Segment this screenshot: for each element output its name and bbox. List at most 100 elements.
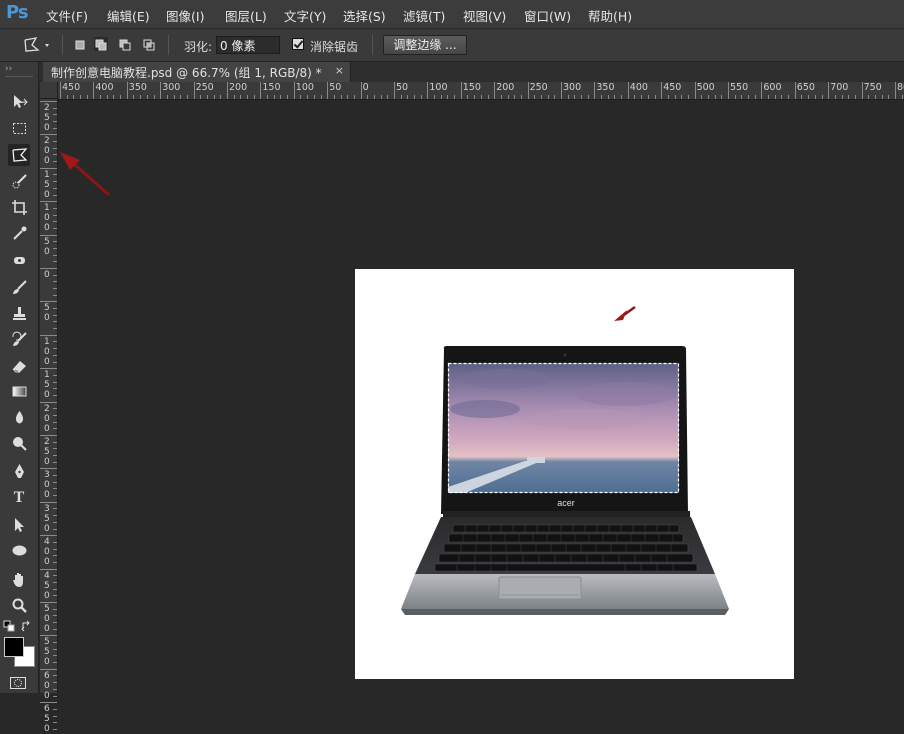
ruler-minor-tick [53, 294, 57, 296]
menu-file[interactable]: 文件(F) [46, 6, 88, 25]
ruler-minor-tick [120, 95, 122, 99]
ruler-minor-tick [53, 408, 57, 410]
ruler-minor-tick [53, 254, 57, 256]
ruler-minor-tick [53, 421, 57, 423]
clone-stamp-tool[interactable] [8, 302, 30, 324]
menu-window[interactable]: 窗口(W) [524, 6, 571, 25]
ruler-major-tick [193, 82, 195, 99]
close-tab-icon[interactable]: × [335, 64, 344, 77]
intersect-selection-button[interactable] [142, 37, 156, 51]
hand-tool[interactable] [8, 568, 30, 590]
ruler-major-tick [40, 501, 57, 503]
subtract-selection-button[interactable] [118, 37, 132, 51]
ruler-minor-tick [407, 95, 409, 99]
ruler-label: 250 [195, 82, 214, 93]
ruler-minor-tick [641, 95, 643, 99]
default-colors-icon[interactable] [3, 617, 15, 632]
collapse-panel-icon[interactable]: ›› [5, 64, 12, 74]
menu-filter[interactable]: 滤镜(T) [403, 6, 445, 25]
ruler-minor-tick [53, 147, 57, 149]
menu-layer[interactable]: 图层(L) [225, 6, 267, 25]
ruler-label: 300 [563, 82, 582, 93]
tool-preset-picker[interactable] [22, 36, 50, 54]
eyedropper-tool[interactable] [8, 222, 30, 244]
vertical-ruler[interactable]: 2502001501005005010015020025030035040045… [40, 99, 58, 734]
ruler-minor-tick [53, 548, 57, 550]
dodge-tool[interactable] [8, 432, 30, 454]
ruler-label: 250 [44, 103, 50, 133]
ruler-minor-tick [53, 341, 57, 343]
add-selection-button[interactable] [94, 37, 108, 51]
brush-tool[interactable] [8, 276, 30, 298]
ruler-minor-tick [53, 595, 57, 597]
ruler-minor-tick [681, 95, 683, 99]
menu-view[interactable]: 视图(V) [463, 6, 506, 25]
ruler-minor-tick [687, 95, 689, 99]
path-selection-tool[interactable] [8, 513, 30, 535]
ruler-major-tick [40, 334, 57, 336]
quick-mask-button[interactable] [10, 674, 26, 689]
feather-input[interactable]: 0 像素 [216, 36, 280, 54]
ruler-label: 50 [44, 236, 50, 257]
ruler-minor-tick [768, 95, 770, 99]
ruler-minor-tick [287, 95, 289, 99]
ruler-minor-tick [53, 308, 57, 310]
ruler-minor-tick [53, 448, 57, 450]
ellipse-tool[interactable] [8, 539, 30, 561]
swap-colors-icon[interactable] [21, 617, 33, 632]
type-tool[interactable]: T [8, 487, 30, 509]
menu-type[interactable]: 文字(Y) [284, 6, 326, 25]
document-canvas[interactable]: acer [355, 269, 794, 679]
move-tool[interactable] [8, 90, 30, 112]
ruler-major-tick [40, 234, 57, 236]
document-tab[interactable]: 制作创意电脑教程.psd @ 66.7% (组 1, RGB/8) * × [43, 62, 351, 82]
ruler-label: 450 [44, 570, 50, 601]
menu-image[interactable]: 图像(I) [166, 6, 204, 25]
ruler-major-tick [40, 435, 57, 436]
ruler-minor-tick [654, 95, 656, 99]
menu-select[interactable]: 选择(S) [343, 6, 386, 25]
subtract-selection-icon [119, 39, 131, 51]
ruler-minor-tick [868, 95, 870, 99]
pen-tool[interactable] [8, 460, 30, 482]
ruler-minor-tick [133, 95, 135, 99]
ruler-major-tick [40, 167, 57, 169]
menu-edit[interactable]: 编辑(E) [107, 6, 150, 25]
ruler-minor-tick [53, 622, 57, 624]
ruler-label: 100 [44, 203, 50, 234]
quick-selection-tool[interactable] [8, 170, 30, 192]
ruler-minor-tick [173, 95, 175, 99]
menu-help[interactable]: 帮助(H) [588, 6, 632, 25]
ruler-major-tick [594, 82, 596, 99]
zoom-tool[interactable] [8, 594, 30, 616]
horizontal-ruler[interactable]: 450 400 350 300 250 200 150 100 50 0 50 100 150 200 25… [58, 82, 904, 100]
history-brush-tool[interactable] [8, 328, 30, 350]
gradient-tool[interactable] [8, 380, 30, 402]
ruler-minor-tick [53, 414, 57, 416]
crop-tool[interactable] [8, 196, 30, 218]
ruler-minor-tick [200, 95, 202, 99]
ruler-minor-tick [53, 328, 57, 330]
ruler-minor-tick [53, 154, 57, 156]
blur-tool[interactable] [8, 406, 30, 428]
ruler-minor-tick [280, 95, 282, 99]
polygonal-lasso-tool[interactable] [8, 144, 30, 166]
ruler-minor-tick [53, 314, 57, 316]
foreground-color-swatch[interactable] [4, 637, 24, 657]
ruler-origin[interactable] [40, 82, 58, 99]
ruler-minor-tick [333, 95, 335, 99]
refine-edge-button[interactable]: 调整边缘 ... [383, 35, 467, 55]
ruler-minor-tick [53, 581, 57, 583]
ruler-label: 350 [44, 503, 50, 534]
ruler-minor-tick [373, 95, 375, 99]
spot-healing-tool[interactable] [8, 249, 30, 271]
ruler-label: 550 [44, 637, 50, 668]
new-selection-button[interactable] [73, 37, 87, 51]
polygonal-lasso-icon [11, 147, 27, 162]
eraser-tool[interactable] [8, 354, 30, 376]
ruler-minor-tick [53, 207, 57, 209]
marquee-tool[interactable] [8, 117, 30, 139]
hand-icon [12, 572, 23, 587]
antialias-checkbox[interactable] [292, 38, 304, 50]
ruler-major-tick [260, 82, 262, 99]
